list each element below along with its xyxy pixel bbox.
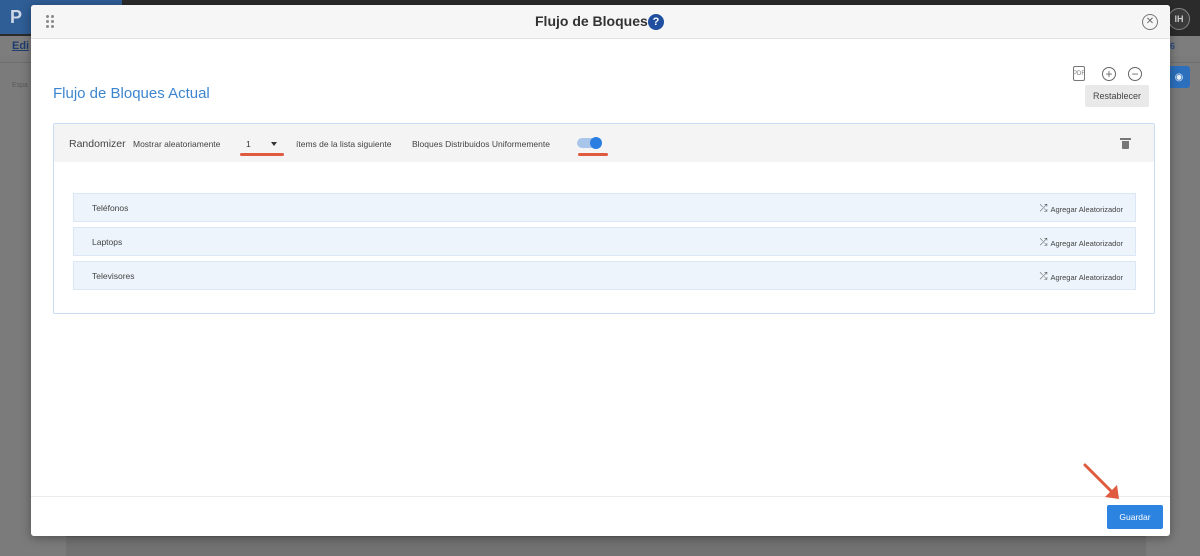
- randomizer-title: Randomizer: [69, 138, 126, 150]
- drag-handle-icon[interactable]: [46, 15, 56, 29]
- block-row: Teléfonos ⤮ Agregar Aleatorizador: [73, 193, 1136, 222]
- randomizer-panel: Randomizer Mostrar aleatoriamente 1 ítem…: [53, 123, 1155, 314]
- background-edit-link: Edi: [12, 40, 30, 52]
- add-randomizer-label: Agregar Aleatorizador: [1050, 272, 1123, 282]
- save-button[interactable]: Guardar: [1107, 505, 1163, 529]
- randomizer-header: Randomizer Mostrar aleatoriamente 1 ítem…: [54, 124, 1154, 162]
- zoom-out-icon[interactable]: −: [1128, 67, 1142, 81]
- trash-icon[interactable]: [1120, 138, 1131, 149]
- toggle-knob: [590, 137, 602, 149]
- show-randomly-label: Mostrar aleatoriamente: [133, 139, 221, 149]
- shuffle-icon: ⤮: [1039, 271, 1048, 282]
- shuffle-icon: ⤮: [1039, 237, 1048, 248]
- background-space-label: Espa: [12, 82, 28, 89]
- annotation-arrow-icon: [1083, 463, 1119, 499]
- add-randomizer-label: Agregar Aleatorizador: [1050, 204, 1123, 214]
- distributed-toggle[interactable]: [577, 137, 602, 149]
- caret-down-icon: [271, 142, 277, 146]
- block-row: Laptops ⤮ Agregar Aleatorizador: [73, 227, 1136, 256]
- block-label: Laptops: [92, 237, 123, 247]
- zoom-in-icon[interactable]: +: [1102, 67, 1116, 81]
- pdf-export-icon[interactable]: PDF: [1073, 66, 1085, 81]
- footer-divider: [31, 496, 1170, 497]
- block-flow-modal: Flujo de Bloques ? ✕ Flujo de Bloques Ac…: [31, 5, 1170, 536]
- close-icon[interactable]: ✕: [1142, 14, 1158, 30]
- section-title: Flujo de Bloques Actual: [53, 85, 210, 102]
- help-icon[interactable]: ?: [648, 14, 664, 30]
- background-bottom-panel: [66, 536, 1146, 556]
- block-label: Televisores: [92, 271, 135, 281]
- annotation-underline-toggle: [578, 153, 608, 156]
- app-logo: P: [0, 0, 32, 34]
- add-randomizer-label: Agregar Aleatorizador: [1050, 238, 1123, 248]
- block-row: Televisores ⤮ Agregar Aleatorizador: [73, 261, 1136, 290]
- items-following-label: ítems de la lista siguiente: [296, 139, 392, 149]
- add-randomizer-button[interactable]: ⤮ Agregar Aleatorizador: [1039, 272, 1123, 282]
- reset-button[interactable]: Restablecer: [1085, 85, 1149, 107]
- modal-header: Flujo de Bloques ? ✕: [31, 5, 1170, 39]
- eye-icon: ◉: [1168, 66, 1190, 88]
- item-count-value: 1: [246, 139, 251, 149]
- add-randomizer-button[interactable]: ⤮ Agregar Aleatorizador: [1039, 204, 1123, 214]
- distributed-label: Bloques Distribuidos Uniformemente: [412, 139, 550, 149]
- modal-title: Flujo de Bloques: [535, 13, 648, 29]
- shuffle-icon: ⤮: [1039, 203, 1048, 214]
- block-label: Teléfonos: [92, 203, 129, 213]
- item-count-select[interactable]: 1: [244, 136, 280, 151]
- user-avatar: IH: [1168, 8, 1190, 30]
- background-counter: 6: [1170, 41, 1176, 51]
- add-randomizer-button[interactable]: ⤮ Agregar Aleatorizador: [1039, 238, 1123, 248]
- annotation-underline-select: [240, 153, 284, 156]
